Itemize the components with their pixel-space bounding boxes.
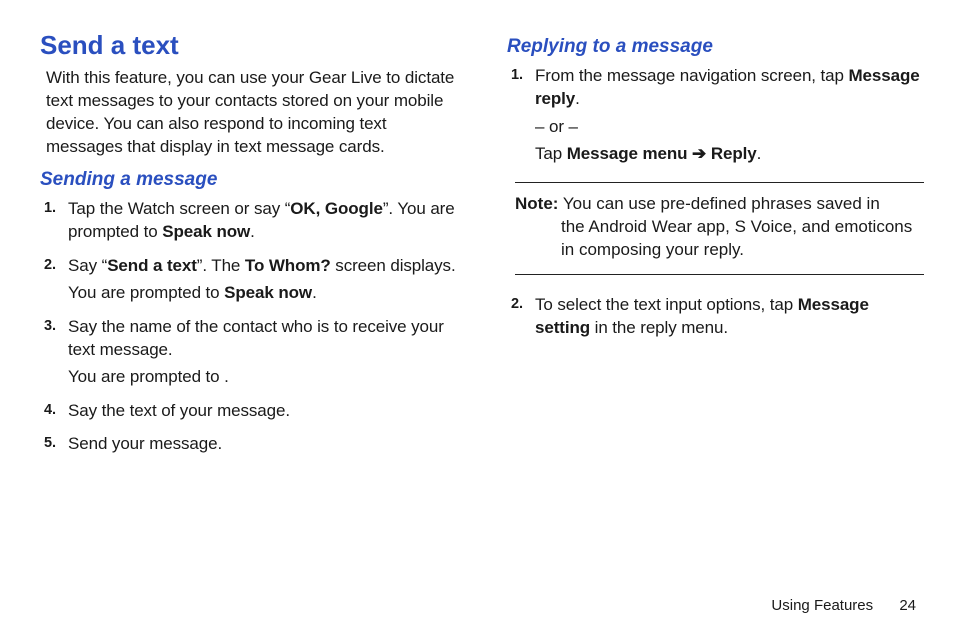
step-line: Tap the Watch screen or say “OK, Google”… [68,197,457,244]
step-item: 1.Tap the Watch screen or say “OK, Googl… [68,197,457,244]
text-fragment: . [250,222,255,241]
section-title: Send a text [40,30,457,61]
replying-steps-1: 1. From the message navigation screen, ta… [507,64,924,166]
intro-paragraph: With this feature, you can use your Gear… [46,67,457,159]
note-block: Note: You can use pre-defined phrases sa… [515,182,924,275]
text-fragment: Send a text [107,256,197,275]
text-fragment: – or – [535,117,578,136]
step-item: 4.Say the text of your message. [68,399,457,422]
text-fragment: ”. The [197,256,245,275]
step-number: 1. [511,65,523,85]
step-item: 2.To select the text input options, tap … [535,293,924,340]
text-fragment: Say the name of the contact who is to re… [68,317,444,359]
footer-page-number: 24 [899,597,916,614]
text-fragment: Send your message. [68,434,222,453]
text-fragment: OK, Google [290,199,383,218]
text-fragment: . [757,144,762,163]
step-line: Say the text of your message. [68,399,457,422]
right-column: Replying to a message 1. From the message… [507,30,924,466]
step-number: 4. [44,400,56,420]
text-fragment: in the reply menu. [590,318,728,337]
subheading-sending: Sending a message [40,169,457,191]
subheading-replying: Replying to a message [507,36,924,58]
text-fragment: To Whom? [245,256,331,275]
text-fragment: Message menu [567,144,692,163]
step-item: 2.Say “Send a text”. The To Whom? screen… [68,254,457,305]
step-number: 5. [44,433,56,453]
text-fragment: Reply [706,144,756,163]
text-fragment: Speak now [224,283,312,302]
step-item: 1.From the message navigation screen, ta… [535,64,924,166]
replying-steps-2: 2. To select the text input options, tap … [507,293,924,340]
step-number: 2. [44,255,56,275]
text-fragment: From the message navigation screen, tap [535,66,849,85]
sending-steps: 1. Tap the Watch screen or say “OK, Googl… [40,197,457,456]
page-content: Send a text With this feature, you can u… [0,0,954,466]
step-line: You are prompted to . [68,365,457,388]
step-line: Tap Message menu ➔ Reply. [535,142,924,165]
text-fragment: You are prompted to . [68,367,229,386]
text-fragment: Speak now [162,222,250,241]
left-column: Send a text With this feature, you can u… [40,30,457,466]
step-number: 1. [44,198,56,218]
step-line: – or – [535,115,924,138]
note-line1: You can use pre-defined phrases saved in [558,194,879,213]
text-fragment: You are prompted to [68,283,224,302]
page-footer: Using Features 24 [771,597,916,614]
step-line: Say the name of the contact who is to re… [68,315,457,362]
note-continuation: the Android Wear app, S Voice, and emoti… [515,216,924,262]
text-fragment: Say “ [68,256,107,275]
step-line: You are prompted to Speak now. [68,281,457,304]
step-line: From the message navigation screen, tap … [535,64,924,111]
text-fragment: Tap the Watch screen or say “ [68,199,290,218]
step-line: Send your message. [68,432,457,455]
step-number: 2. [511,294,523,314]
step-number: 3. [44,316,56,336]
footer-section: Using Features [771,597,873,614]
step-item: 5.Send your message. [68,432,457,455]
step-line: Say “Send a text”. The To Whom? screen d… [68,254,457,277]
text-fragment: . [312,283,317,302]
step-line: To select the text input options, tap Me… [535,293,924,340]
step-item: 3.Say the name of the contact who is to … [68,315,457,389]
text-fragment: . [575,89,580,108]
text-fragment: Tap [535,144,567,163]
text-fragment: Say the text of your message. [68,401,290,420]
note-label: Note: [515,194,558,213]
text-fragment: ➔ [692,142,706,165]
text-fragment: screen displays. [331,256,456,275]
text-fragment: To select the text input options, tap [535,295,798,314]
